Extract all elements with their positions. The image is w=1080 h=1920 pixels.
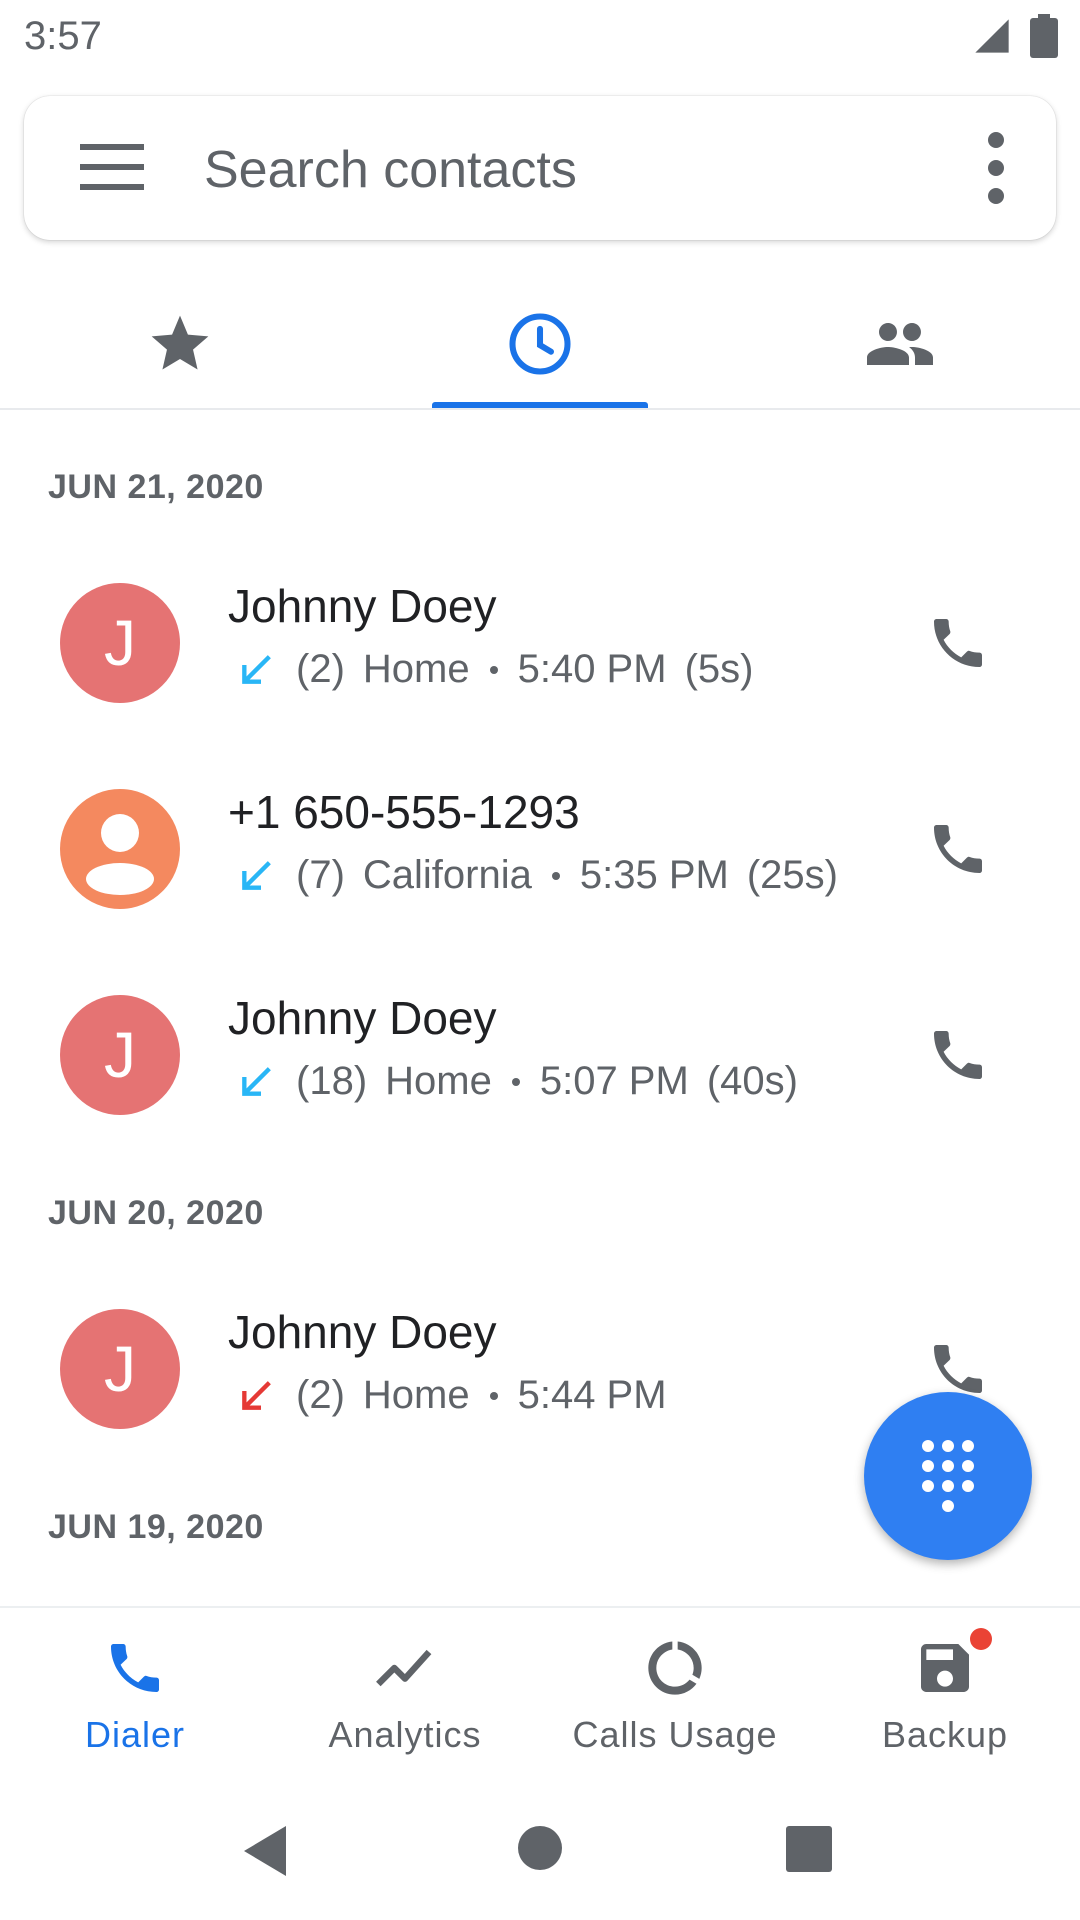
tab-bar — [0, 280, 1080, 410]
bottom-navigation: Dialer Analytics Calls Usage Backup — [0, 1606, 1080, 1780]
avatar — [60, 789, 180, 909]
separator-dot — [511, 1077, 520, 1086]
nav-dialer[interactable]: Dialer — [0, 1608, 270, 1780]
call-count: (2) — [296, 647, 345, 691]
nav-label: Backup — [881, 1714, 1009, 1755]
separator-dot — [489, 665, 498, 674]
call-log-row[interactable]: +1 650-555-1293 (7) California 5:35 PM (… — [0, 765, 1080, 933]
nav-backup[interactable]: Backup — [810, 1608, 1080, 1780]
incoming-call-icon — [242, 860, 271, 890]
donut-icon — [648, 1641, 702, 1695]
avatar: J — [60, 1309, 180, 1429]
call-count: (18) — [296, 1059, 368, 1103]
separator-dot — [551, 871, 560, 880]
recents-icon[interactable] — [786, 1826, 832, 1872]
nav-analytics[interactable]: Analytics — [270, 1608, 540, 1780]
people-icon — [867, 323, 933, 365]
call-time: 5:40 PM — [517, 647, 667, 691]
contact-name: Johnny Doey — [228, 992, 497, 1044]
notification-badge — [970, 1628, 992, 1650]
search-input[interactable]: Search contacts — [204, 140, 577, 200]
star-icon — [151, 315, 209, 370]
call-button-icon[interactable] — [926, 1023, 990, 1087]
call-label: California — [362, 853, 532, 897]
battery-icon — [1030, 14, 1058, 58]
call-log-row[interactable]: J Johnny Doey (2) Home 5:40 PM (5s) — [0, 559, 1080, 727]
incoming-call-icon — [242, 1066, 271, 1096]
nav-label: Dialer — [84, 1714, 186, 1755]
status-bar: 3:57 — [0, 0, 1080, 80]
call-time: 5:07 PM — [539, 1059, 689, 1103]
call-count: (7) — [296, 853, 345, 897]
tab-recents[interactable] — [360, 280, 720, 408]
save-icon — [921, 1644, 969, 1692]
call-button-icon[interactable] — [926, 817, 990, 881]
search-bar[interactable]: Search contacts — [24, 96, 1056, 240]
incoming-call-icon — [242, 654, 271, 684]
nav-calls-usage[interactable]: Calls Usage — [540, 1608, 810, 1780]
contact-name: Johnny Doey — [228, 1306, 497, 1358]
tab-favorites[interactable] — [0, 280, 360, 408]
call-label: Home — [362, 647, 470, 691]
call-duration: (25s) — [746, 853, 838, 897]
contact-name: +1 650-555-1293 — [228, 786, 580, 838]
call-time: 5:35 PM — [579, 853, 729, 897]
call-button-icon[interactable] — [926, 611, 990, 675]
dialpad-icon — [922, 1440, 974, 1512]
trending-icon — [376, 1649, 432, 1687]
date-header: JUN 19, 2020 — [48, 1508, 264, 1546]
call-label: Home — [362, 1373, 470, 1417]
signal-icon — [975, 19, 1009, 53]
call-time: 5:44 PM — [517, 1373, 667, 1417]
system-navigation-bar — [0, 1790, 1080, 1920]
contact-name: Johnny Doey — [228, 580, 497, 632]
phone-icon — [111, 1644, 159, 1692]
call-log-row[interactable]: J Johnny Doey (18) Home 5:07 PM (40s) — [0, 971, 1080, 1139]
call-duration: (40s) — [706, 1059, 798, 1103]
clock-icon — [509, 313, 571, 375]
avatar: J — [60, 995, 180, 1115]
person-icon — [86, 814, 154, 895]
status-time: 3:57 — [24, 14, 102, 58]
separator-dot — [489, 1391, 498, 1400]
nav-label: Calls Usage — [572, 1714, 778, 1755]
call-duration: (5s) — [684, 647, 754, 691]
date-header: JUN 20, 2020 — [48, 1194, 264, 1232]
nav-label: Analytics — [328, 1714, 482, 1755]
home-icon[interactable] — [518, 1826, 562, 1870]
tab-indicator — [432, 402, 648, 408]
avatar: J — [60, 583, 180, 703]
more-vert-icon[interactable] — [976, 130, 1016, 206]
date-header: JUN 21, 2020 — [48, 468, 264, 506]
call-count: (2) — [296, 1373, 345, 1417]
call-button-icon[interactable] — [926, 1337, 990, 1401]
call-label: Home — [385, 1059, 492, 1103]
dialpad-button[interactable] — [864, 1392, 1032, 1560]
menu-icon[interactable] — [80, 140, 144, 196]
missed-call-icon — [242, 1380, 271, 1410]
tab-contacts[interactable] — [720, 280, 1080, 408]
back-icon[interactable] — [240, 1824, 290, 1878]
